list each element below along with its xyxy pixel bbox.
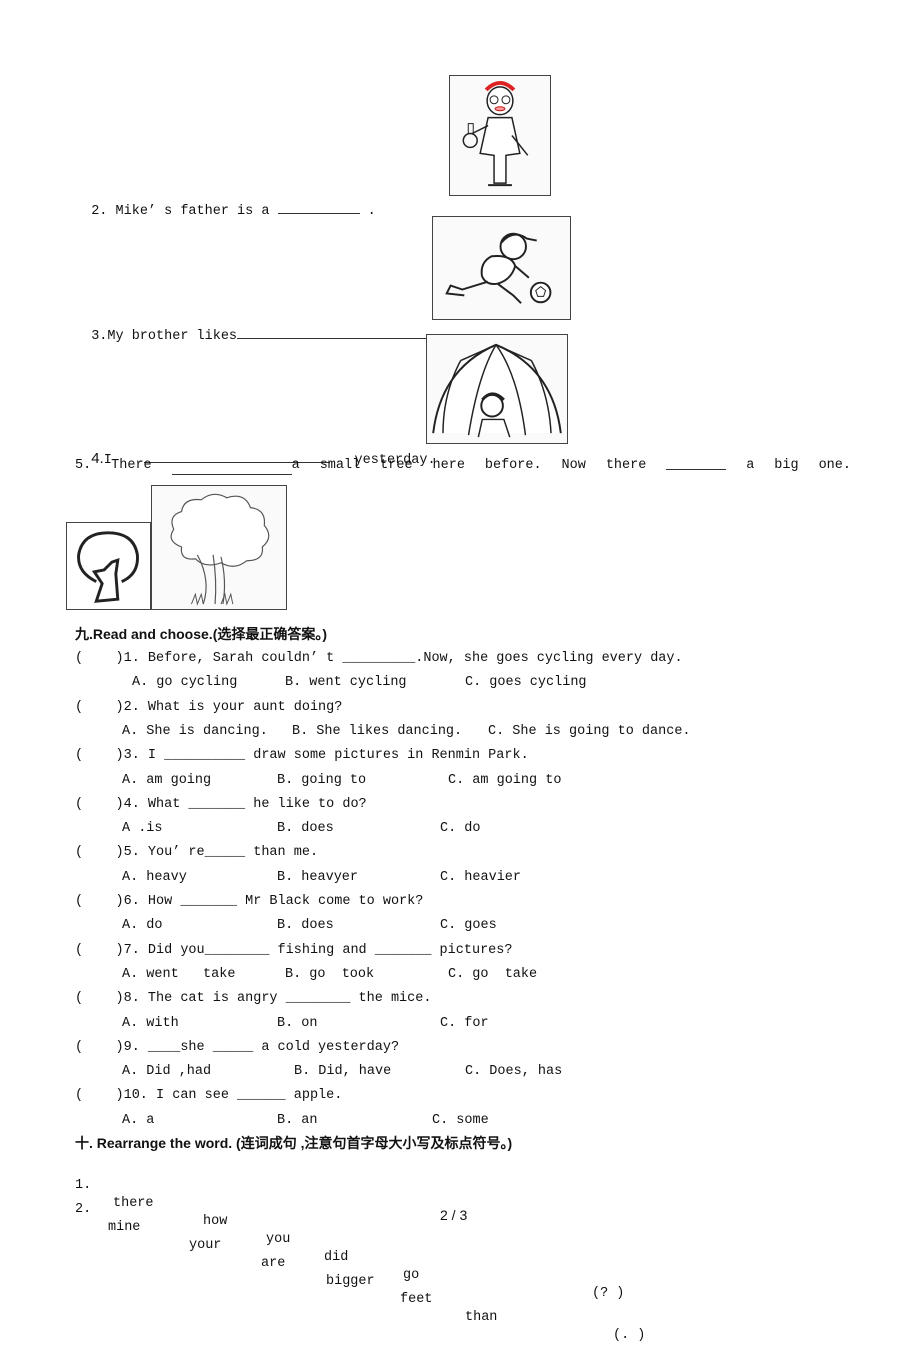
- answer-option[interactable]: A. Did ,had: [122, 1063, 211, 1081]
- question-stem: ( )4. What _______ he like to do?: [75, 796, 367, 812]
- answer-option[interactable]: B. heavyer: [277, 869, 358, 887]
- q5-word: 5.: [75, 458, 92, 473]
- answer-option[interactable]: A. do: [122, 917, 163, 935]
- rearrange-item-2: 2. mine your are bigger feet than (. ): [75, 1183, 655, 1345]
- answer-option[interactable]: B. does: [277, 917, 334, 935]
- q3-number: 3.: [91, 329, 108, 344]
- rearrange-number: 2.: [75, 1202, 92, 1217]
- question-stem: ( )9. ____she _____ a cold yesterday?: [75, 1039, 400, 1055]
- answer-option[interactable]: B. went cycling: [285, 674, 407, 692]
- q5-word: big: [774, 458, 799, 473]
- question-3: 3.My brother likes.: [75, 308, 439, 346]
- q2-answer-blank[interactable]: [277, 201, 360, 214]
- q5-word: Now: [561, 458, 586, 473]
- answer-option[interactable]: B. going to: [277, 772, 366, 790]
- q2-number: 2.: [91, 204, 108, 219]
- answer-option[interactable]: B. go took: [285, 966, 374, 984]
- question-stem: ( )5. You’ re_____ than me.: [75, 845, 319, 861]
- question-stem: ( )7. Did you________ fishing and ______…: [75, 942, 513, 958]
- answer-option[interactable]: C. goes: [440, 917, 497, 935]
- q5-blank-1[interactable]: a: [171, 457, 300, 475]
- q5-word: a: [291, 458, 300, 473]
- answer-option[interactable]: B. an: [277, 1112, 318, 1130]
- tent-drawing: [432, 343, 562, 438]
- question-stem: ( )6. How _______ Mr Black come to work?: [75, 894, 424, 909]
- answer-option[interactable]: C. do: [440, 820, 481, 838]
- question-2: 2. Mike’ s father is a .: [75, 183, 376, 221]
- q2-period: .: [367, 204, 376, 219]
- q2-text: Mike’ s father is a: [115, 204, 270, 219]
- tent-picture: [426, 334, 568, 444]
- section-9-heading: 九.Read and choose.(选择最正确答案。): [75, 626, 328, 642]
- answer-option[interactable]: A. a: [122, 1112, 154, 1130]
- question-5: 5. There a small tree here before. Now t…: [75, 457, 851, 475]
- answer-option[interactable]: A. went take: [122, 966, 235, 984]
- answer-option[interactable]: C. some: [432, 1112, 489, 1130]
- answer-option[interactable]: C. go take: [448, 966, 537, 984]
- answer-option[interactable]: A. She is dancing.: [122, 723, 268, 741]
- answer-option[interactable]: B. She likes dancing.: [292, 723, 462, 741]
- q5-word: small: [319, 458, 361, 473]
- question-stem: ( )1. Before, Sarah couldn’ t _________.…: [75, 651, 683, 666]
- answer-option[interactable]: C. am going to: [448, 772, 561, 790]
- answer-option[interactable]: A. with: [122, 1015, 179, 1033]
- rearrange-word: feet: [400, 1292, 433, 1307]
- scientist-picture: [449, 75, 551, 196]
- q5-word: There: [111, 458, 152, 473]
- rearrange-word: your: [189, 1238, 222, 1253]
- big-tree-drawing: [170, 493, 270, 606]
- q5-word: before.: [484, 458, 542, 473]
- answer-option[interactable]: A .is: [122, 820, 163, 838]
- answer-option[interactable]: A. go cycling: [132, 674, 237, 692]
- scientist-drawing: [462, 80, 529, 187]
- rearrange-word: are: [261, 1256, 286, 1271]
- football-boy-drawing: [445, 232, 552, 304]
- q3-text: My brother likes: [107, 329, 238, 344]
- football-picture: [432, 216, 571, 320]
- q5-word: tree: [380, 458, 413, 473]
- rearrange-punct: (. ): [613, 1328, 646, 1343]
- rearrange-word: mine: [108, 1220, 141, 1235]
- q5-word: a: [746, 458, 755, 473]
- q5-word: here: [432, 458, 465, 473]
- rearrange-word: than: [465, 1310, 498, 1325]
- small-tree-picture: [66, 522, 151, 610]
- q5-word: there: [605, 458, 647, 473]
- big-tree-picture: [151, 485, 287, 610]
- rearrange-word: bigger: [326, 1274, 375, 1289]
- answer-option[interactable]: A. am going: [122, 772, 211, 790]
- question-stem: ( )8. The cat is angry ________ the mice…: [75, 991, 432, 1007]
- answer-option[interactable]: A. heavy: [122, 869, 187, 887]
- answer-option[interactable]: B. does: [277, 820, 334, 838]
- section-10-heading: 十. Rearrange the word. (连词成句 ,注意句首字母大小写及…: [75, 1135, 513, 1151]
- answer-option[interactable]: C. Does, has: [465, 1063, 562, 1081]
- answer-option[interactable]: B. on: [277, 1015, 318, 1033]
- q5-word: one.: [818, 458, 851, 473]
- answer-option[interactable]: C. for: [440, 1015, 489, 1033]
- page-number: 2 / 3: [440, 1207, 468, 1223]
- question-stem: ( )3. I __________ draw some pictures in…: [75, 748, 529, 764]
- answer-option[interactable]: C. heavier: [440, 869, 521, 887]
- answer-option[interactable]: C. goes cycling: [465, 674, 587, 692]
- question-stem: ( )2. What is your aunt doing?: [75, 699, 343, 715]
- answer-option[interactable]: B. Did, have: [294, 1063, 391, 1081]
- q3-answer-blank[interactable]: [237, 326, 432, 339]
- small-tree-drawing: [77, 531, 139, 603]
- q5-blank-2[interactable]: [666, 457, 727, 470]
- question-stem: ( )10. I can see ______ apple.: [75, 1088, 343, 1104]
- answer-option[interactable]: C. She is going to dance.: [488, 723, 691, 741]
